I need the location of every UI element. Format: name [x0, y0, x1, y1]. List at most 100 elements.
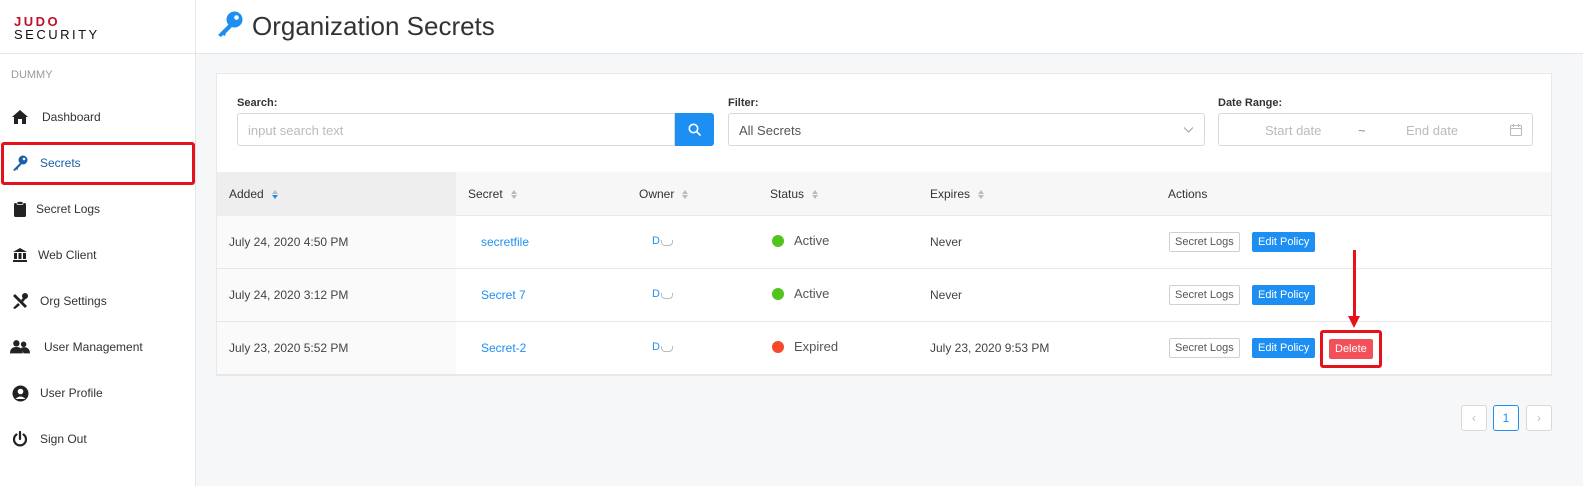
secret-link[interactable]: Secret-2	[481, 341, 526, 355]
page-title: Organization Secrets	[252, 11, 495, 41]
date-separator: ~	[1358, 123, 1366, 138]
key-icon	[216, 10, 244, 43]
annotation-arrow-line	[1353, 250, 1356, 318]
status-dot	[772, 340, 784, 353]
sidebar-item-label: Sign Out	[40, 432, 87, 446]
edit-policy-button[interactable]: Edit Policy	[1252, 338, 1316, 358]
status-dot	[772, 287, 784, 300]
next-page-button[interactable]: ›	[1526, 405, 1552, 431]
logo-line-2: SECURITY	[14, 27, 100, 42]
sidebar-item-secret-logs[interactable]: Secret Logs	[0, 189, 196, 229]
secret-link[interactable]: secretfile	[481, 235, 529, 249]
end-date-input[interactable]: End date	[1406, 123, 1458, 138]
table-row: July 24, 2020 4:50 PM secretfile D Activ…	[217, 216, 1551, 269]
expires-cell: July 23, 2020 9:53 PM	[930, 341, 1050, 355]
date-range-picker[interactable]: Start date ~ End date	[1218, 113, 1533, 146]
owner-initial: D	[652, 341, 660, 353]
sidebar-item-user-management[interactable]: User Management	[0, 327, 196, 367]
owner-initial: D	[652, 288, 660, 300]
col-header-status[interactable]: Status	[770, 187, 819, 201]
annotation-arrow-head	[1348, 316, 1360, 328]
filter-panel: Search: input search text Filter: All Se…	[216, 73, 1552, 172]
secrets-highlight-box	[1, 142, 195, 185]
owner-cell[interactable]: D	[652, 341, 673, 353]
sidebar: JUDO SECURITY DUMMY Dashboard Secrets Se…	[0, 0, 196, 486]
status-dot	[772, 234, 784, 247]
sort-icon	[271, 189, 278, 199]
sort-icon	[812, 189, 819, 199]
date-range-label: Date Range:	[1218, 97, 1283, 109]
secret-logs-button[interactable]: Secret Logs	[1169, 232, 1240, 252]
avatar	[660, 240, 673, 246]
tools-icon	[10, 291, 30, 311]
delete-highlight-box	[1320, 330, 1382, 368]
filter-select[interactable]: All Secrets	[728, 113, 1205, 146]
sort-icon	[682, 189, 689, 199]
prev-page-button[interactable]: ‹	[1461, 405, 1487, 431]
col-header-owner[interactable]: Owner	[639, 187, 689, 201]
expires-cell: Never	[930, 235, 963, 249]
sort-icon	[978, 189, 985, 199]
main-content: Organization Secrets Search: input searc…	[196, 0, 1583, 486]
edit-policy-button[interactable]: Edit Policy	[1252, 285, 1316, 305]
sidebar-item-label: User Profile	[40, 386, 103, 400]
filter-label: Filter:	[728, 97, 759, 109]
clipboard-icon	[10, 199, 30, 219]
sort-icon	[510, 189, 517, 199]
owner-initial: D	[652, 235, 660, 247]
avatar	[660, 293, 673, 299]
status-badge: Active	[772, 286, 829, 301]
sidebar-item-label: Dashboard	[42, 110, 101, 124]
page-header: Organization Secrets	[196, 0, 1583, 54]
secret-link[interactable]: Secret 7	[481, 288, 526, 302]
users-icon	[10, 337, 30, 357]
sidebar-item-org-settings[interactable]: Org Settings	[0, 281, 196, 321]
sidebar-item-dashboard[interactable]: Dashboard	[0, 97, 196, 137]
sidebar-item-label: Web Client	[38, 248, 97, 262]
secret-logs-button[interactable]: Secret Logs	[1169, 285, 1240, 305]
owner-cell[interactable]: D	[652, 235, 673, 247]
search-icon	[688, 123, 701, 136]
power-icon	[10, 429, 30, 449]
col-header-expires[interactable]: Expires	[930, 187, 985, 201]
page-1-button[interactable]: 1	[1493, 405, 1519, 431]
col-header-added[interactable]: Added	[229, 187, 278, 201]
added-cell: July 23, 2020 5:52 PM	[229, 341, 349, 355]
col-header-secret[interactable]: Secret	[468, 187, 517, 201]
start-date-input[interactable]: Start date	[1265, 123, 1321, 138]
org-name: DUMMY	[11, 69, 53, 81]
edit-policy-button[interactable]: Edit Policy	[1252, 232, 1316, 252]
column-label: Expires	[930, 187, 971, 201]
status-badge: Expired	[772, 339, 838, 354]
filter-value: All Secrets	[739, 123, 802, 138]
col-header-actions: Actions	[1168, 187, 1207, 201]
status-badge: Active	[772, 233, 829, 248]
added-cell: July 24, 2020 4:50 PM	[229, 235, 349, 249]
table-header: Added Secret Owner Status Expires Action…	[217, 172, 1551, 216]
sidebar-item-sign-out[interactable]: Sign Out	[0, 419, 196, 459]
web-client-icon	[10, 245, 30, 265]
sidebar-item-label: Secret Logs	[36, 202, 101, 216]
status-text: Active	[794, 286, 830, 301]
expires-cell: Never	[930, 288, 963, 302]
secret-logs-button[interactable]: Secret Logs	[1169, 338, 1240, 358]
table-row: July 24, 2020 3:12 PM Secret 7 D Active …	[217, 269, 1551, 322]
column-label: Added	[229, 187, 264, 201]
search-label: Search:	[237, 97, 278, 109]
judo-security-logo[interactable]: JUDO SECURITY	[0, 0, 195, 54]
search-input[interactable]: input search text	[237, 113, 675, 146]
home-icon	[10, 107, 30, 127]
sidebar-item-label: User Management	[44, 340, 143, 354]
avatar	[660, 346, 673, 352]
column-label: Secret	[468, 187, 503, 201]
status-text: Expired	[794, 339, 839, 354]
owner-cell[interactable]: D	[652, 288, 673, 300]
sidebar-item-label: Org Settings	[40, 294, 107, 308]
user-circle-icon	[10, 383, 30, 403]
column-label: Status	[770, 187, 805, 201]
sidebar-item-web-client[interactable]: Web Client	[0, 235, 196, 275]
status-text: Active	[794, 233, 830, 248]
added-cell: July 24, 2020 3:12 PM	[229, 288, 349, 302]
search-button[interactable]	[675, 113, 714, 146]
sidebar-item-user-profile[interactable]: User Profile	[0, 373, 196, 413]
